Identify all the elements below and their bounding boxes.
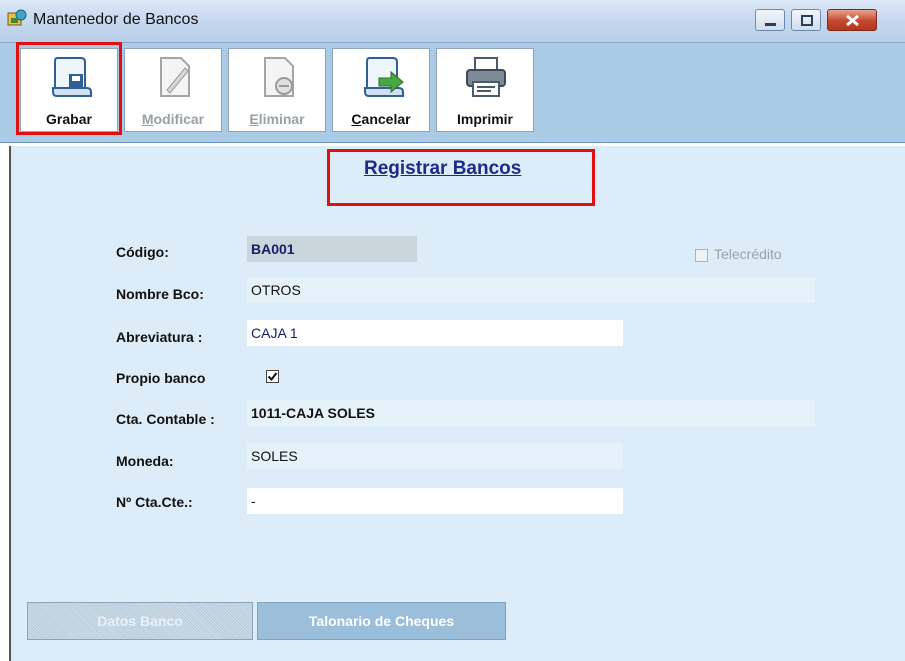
close-icon bbox=[846, 14, 859, 27]
maximize-icon bbox=[801, 15, 813, 26]
maximize-button[interactable] bbox=[791, 9, 821, 31]
cancel-label: Cancelar bbox=[351, 111, 411, 127]
currency-label: Moneda: bbox=[116, 453, 174, 469]
modify-label-rest: odificar bbox=[153, 111, 205, 127]
bank-name-label: Nombre Bco: bbox=[116, 286, 204, 302]
delete-label: Eliminar bbox=[249, 111, 305, 127]
delete-button[interactable]: Eliminar bbox=[228, 48, 326, 132]
account-number-label: Nº Cta.Cte.: bbox=[116, 494, 193, 510]
telecredito-checkbox[interactable] bbox=[695, 249, 708, 262]
account-field[interactable]: 1011-CAJA SOLES bbox=[247, 400, 815, 426]
app-icon bbox=[7, 9, 27, 26]
modify-button[interactable]: Modificar bbox=[124, 48, 222, 132]
printer-icon bbox=[466, 57, 506, 97]
window-title: Mantenedor de Bancos bbox=[33, 11, 199, 28]
delete-label-rest: liminar bbox=[258, 111, 305, 127]
bank-name-field[interactable]: OTROS bbox=[247, 277, 815, 303]
checkmark-icon bbox=[267, 372, 278, 382]
account-label: Cta. Contable : bbox=[116, 411, 215, 427]
own-bank-checkbox[interactable] bbox=[266, 370, 279, 383]
abbreviation-label: Abreviatura : bbox=[116, 329, 203, 345]
tab-checkbooks[interactable]: Talonario de Cheques bbox=[257, 602, 506, 640]
save-button-highlight bbox=[16, 42, 122, 135]
title-bar: Mantenedor de Bancos bbox=[0, 0, 905, 43]
print-label: Imprimir bbox=[456, 111, 513, 127]
currency-field[interactable]: SOLES bbox=[247, 443, 623, 469]
modify-label: Modificar bbox=[141, 111, 205, 127]
cancel-icon bbox=[364, 57, 404, 97]
print-button[interactable]: Imprimir bbox=[436, 48, 534, 132]
close-button[interactable] bbox=[827, 9, 877, 31]
code-label: Código: bbox=[116, 244, 169, 260]
delete-document-icon bbox=[264, 57, 294, 97]
account-number-field[interactable]: - bbox=[247, 488, 623, 514]
own-bank-label: Propio banco bbox=[116, 370, 206, 386]
minimize-button[interactable] bbox=[755, 9, 785, 31]
minimize-icon bbox=[765, 23, 776, 26]
title-highlight bbox=[327, 149, 595, 206]
main-window: Mantenedor de Bancos Grabar Modificar El… bbox=[0, 0, 905, 661]
abbreviation-field[interactable]: CAJA 1 bbox=[247, 320, 623, 346]
code-field: BA001 bbox=[247, 236, 417, 262]
telecredito-label: Telecrédito bbox=[714, 246, 782, 262]
cancel-button[interactable]: Cancelar bbox=[332, 48, 430, 132]
toolbar: Grabar Modificar Eliminar Cancelar Impri… bbox=[0, 43, 905, 143]
edit-document-icon bbox=[160, 57, 190, 97]
tab-bank-data[interactable]: Datos Banco bbox=[27, 602, 253, 640]
cancel-label-rest: ancelar bbox=[361, 111, 411, 127]
